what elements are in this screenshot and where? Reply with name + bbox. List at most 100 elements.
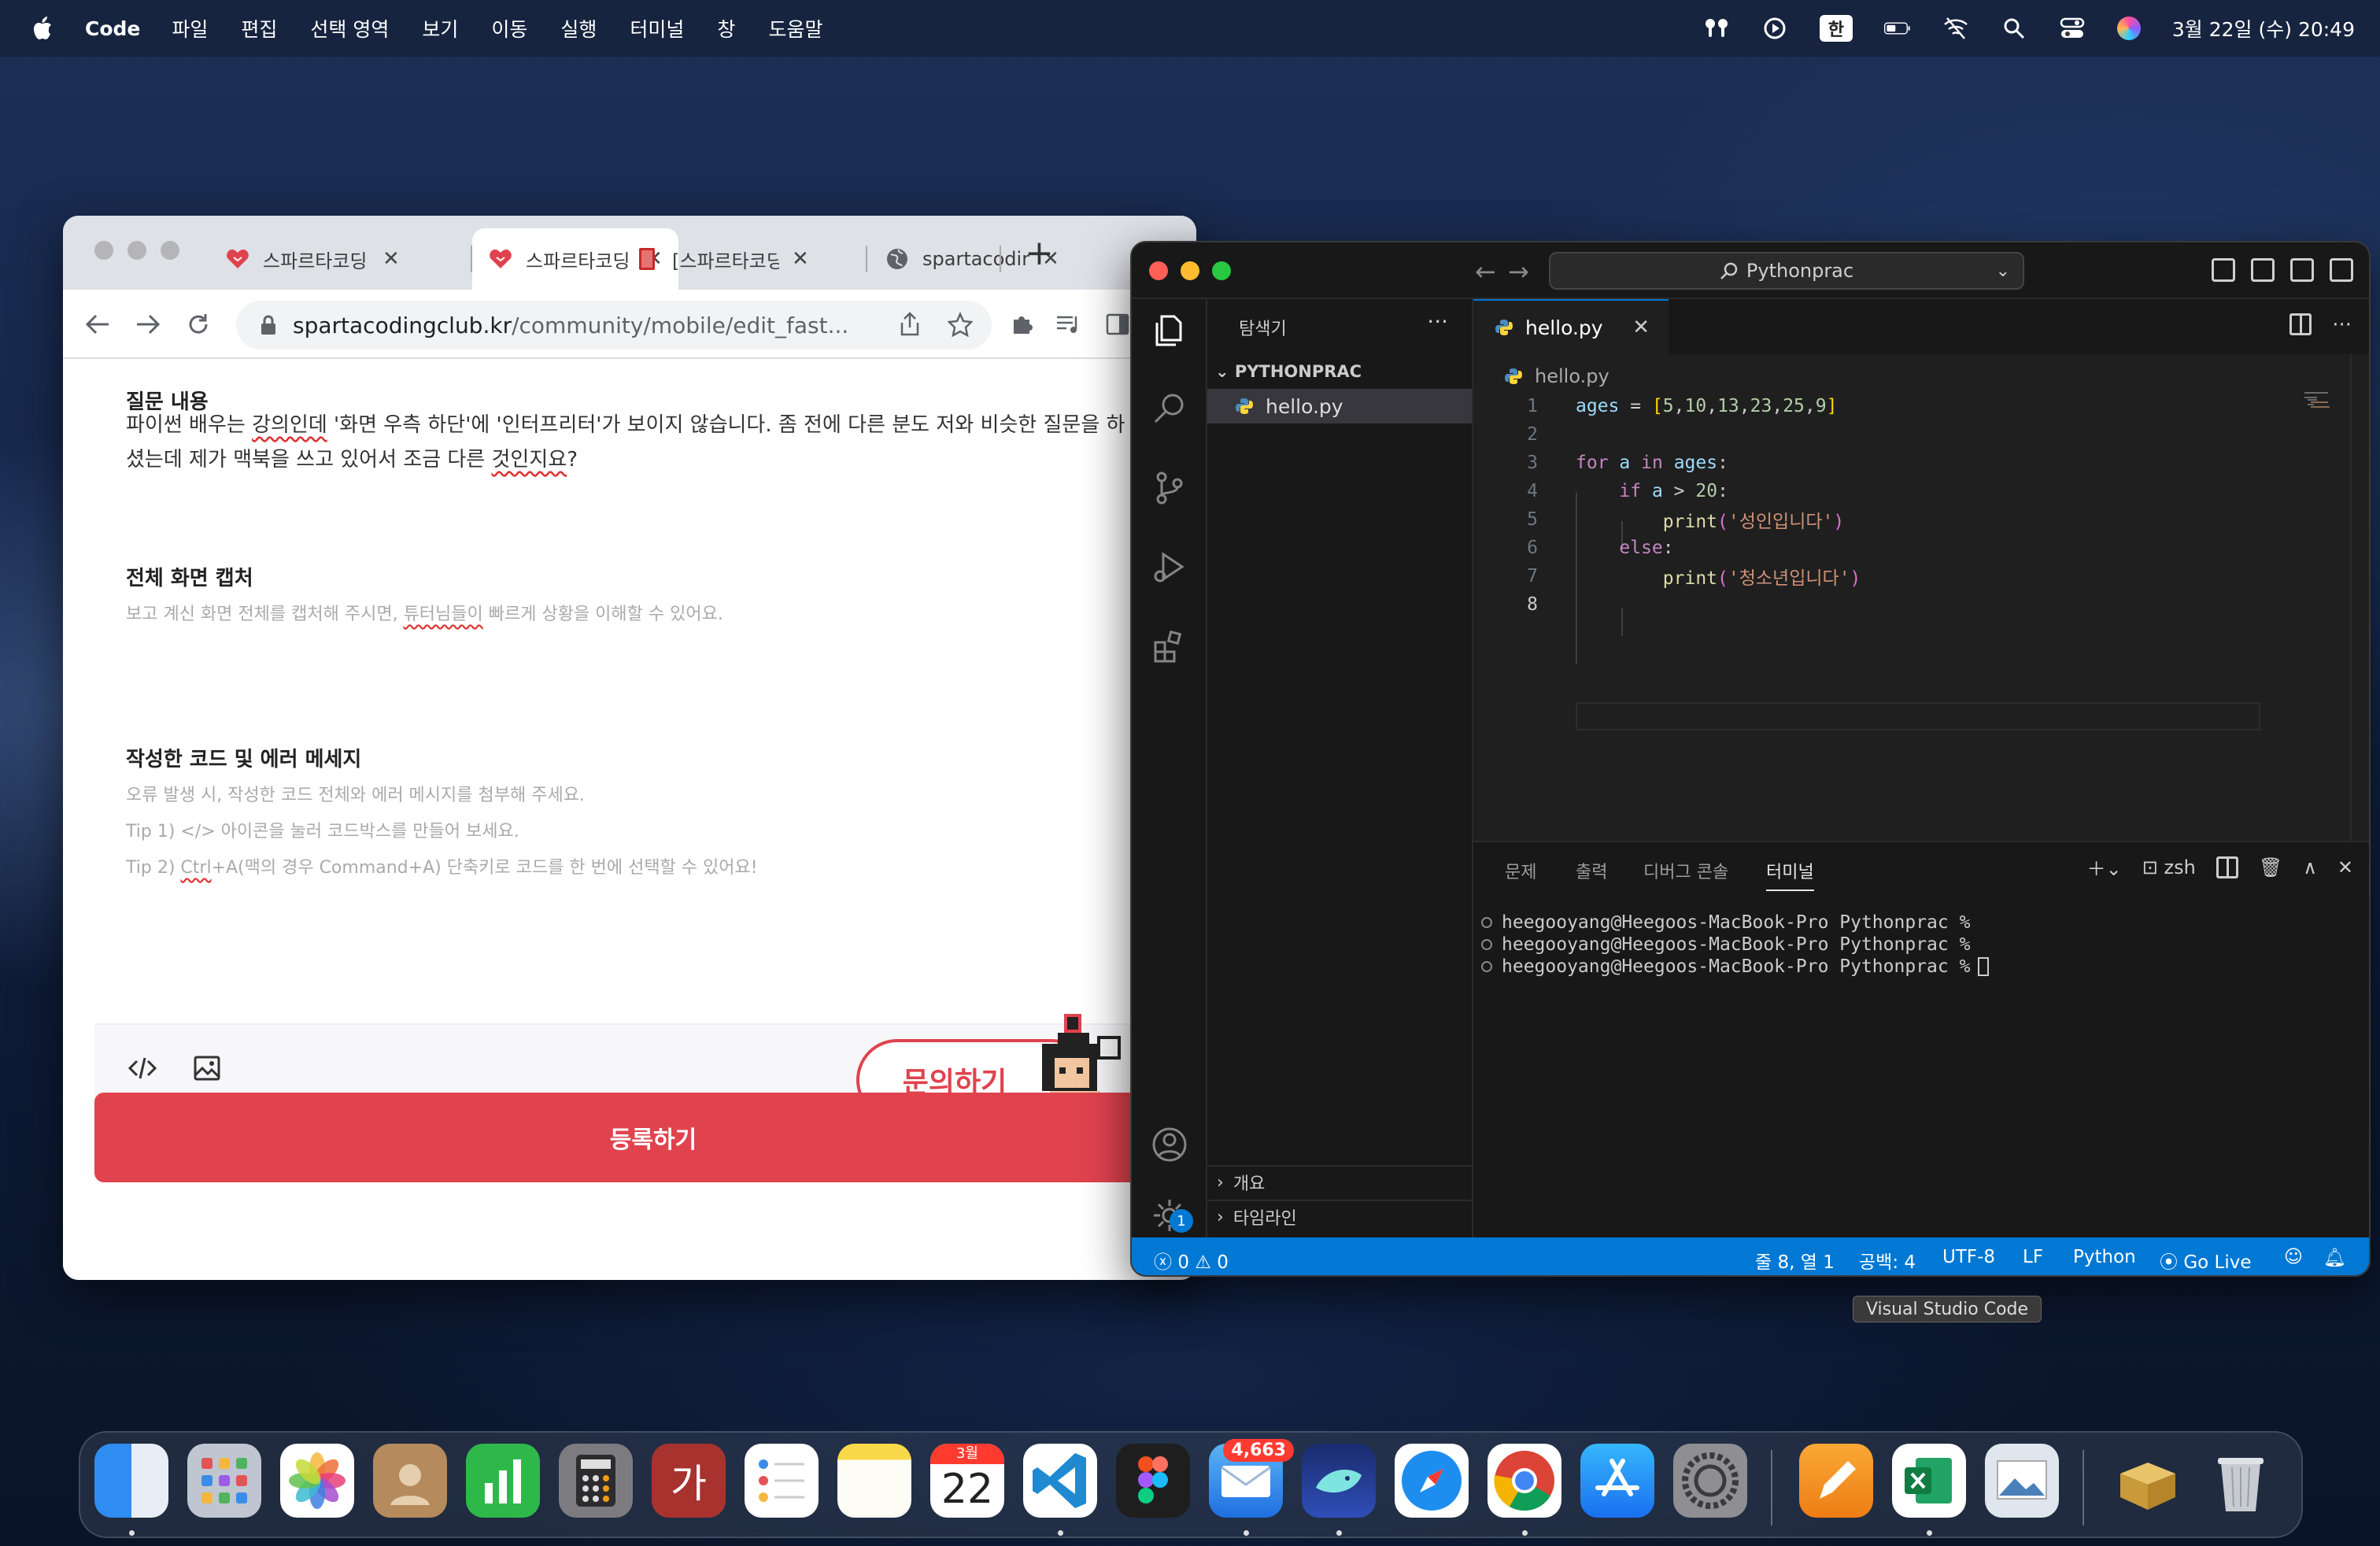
vscode-dock-icon[interactable] [1023, 1444, 1097, 1518]
wifi-off-icon[interactable] [1942, 15, 1969, 42]
menu-selection[interactable]: 선택 영역 [310, 14, 389, 43]
now-playing-icon[interactable] [1761, 15, 1788, 42]
address-bar[interactable]: spartacodingclub.kr /community/mobile/ed… [236, 301, 992, 350]
submit-button[interactable]: 등록하기 [94, 1093, 1196, 1182]
code-error-placeholder[interactable]: 오류 발생 시, 작성한 코드 전체와 에러 메시지를 첨부해 주세요. [126, 781, 585, 806]
screen-capture-placeholder[interactable]: 보고 계신 화면 전체를 캡처해 주시면, 튜터님들이 빠르게 상황을 이해할 … [126, 600, 723, 625]
run-debug-icon[interactable] [1151, 548, 1188, 586]
app-store-icon[interactable] [1580, 1444, 1654, 1518]
source-control-icon[interactable] [1151, 469, 1188, 507]
photos-icon[interactable] [280, 1444, 354, 1518]
timeline-section[interactable]: › 타임라인 [1207, 1200, 1472, 1233]
menu-help[interactable]: 도움말 [768, 14, 822, 43]
more-actions-icon[interactable]: ··· [1427, 309, 1448, 335]
calculator-icon[interactable] [559, 1444, 633, 1518]
lock-icon[interactable] [260, 315, 277, 335]
menu-file[interactable]: 파일 [172, 14, 208, 43]
calendar-icon[interactable]: 3월 22 [930, 1444, 1004, 1518]
back-arrow-icon[interactable] [80, 307, 115, 342]
reload-icon[interactable] [181, 307, 216, 342]
toggle-sidebar-icon[interactable] [2212, 258, 2235, 282]
cursor-position[interactable]: 줄 8, 열 1 [1755, 1247, 1835, 1274]
customize-layout-icon[interactable] [2330, 258, 2353, 282]
encoding-status[interactable]: UTF-8 [1942, 1247, 1995, 1267]
control-center-icon[interactable] [2059, 15, 2086, 42]
contacts-icon[interactable] [373, 1444, 447, 1518]
new-tab-button[interactable]: + [1025, 233, 1054, 273]
workspace-folder[interactable]: ⌄ PYTHONPRAC [1215, 362, 1362, 381]
bookmark-star-icon[interactable] [943, 307, 978, 342]
dictionary-icon[interactable]: 가 [652, 1444, 726, 1518]
file-item-hello-py[interactable]: hello.py [1207, 389, 1472, 423]
toggle-secondary-sidebar-icon[interactable] [2290, 258, 2314, 282]
minimize-window-button[interactable] [1181, 261, 1199, 280]
extensions-icon[interactable] [1151, 627, 1188, 664]
go-live-button[interactable]: ⦿ Go Live [2160, 1247, 2251, 1274]
panel-tab-output[interactable]: 출력 [1576, 858, 1607, 883]
pages-icon[interactable] [1799, 1444, 1873, 1518]
eol-status[interactable]: LF [2023, 1247, 2043, 1267]
problems-status[interactable]: ⓧ 0 ⚠ 0 [1154, 1247, 1229, 1274]
language-mode[interactable]: Python [2073, 1247, 2136, 1267]
close-icon[interactable]: ✕ [1632, 316, 1650, 339]
outline-section[interactable]: › 개요 [1207, 1165, 1472, 1198]
panel-tab-terminal[interactable]: 터미널 [1766, 858, 1814, 891]
menu-run[interactable]: 실행 [560, 14, 597, 43]
minimap[interactable] [2304, 390, 2352, 422]
input-method-indicator[interactable]: 한 [1819, 15, 1853, 42]
battery-icon[interactable] [1883, 15, 1911, 42]
chrome-icon[interactable] [1488, 1444, 1561, 1518]
preview-icon[interactable] [1985, 1444, 2059, 1518]
explorer-files-icon[interactable] [1151, 312, 1188, 350]
new-terminal-icon[interactable]: ＋⌄ [2087, 853, 2122, 881]
trash-icon[interactable]: 🗑 [2259, 856, 2282, 878]
accounts-icon[interactable] [1151, 1126, 1188, 1163]
close-window-button[interactable] [94, 241, 113, 260]
more-actions-icon[interactable]: ··· [2332, 313, 2352, 337]
menu-terminal[interactable]: 터미널 [630, 14, 684, 43]
tab-close-icon[interactable]: ✕ [792, 247, 809, 271]
safari-icon[interactable] [1395, 1444, 1469, 1518]
notes-icon[interactable] [837, 1444, 911, 1518]
extensions-puzzle-icon[interactable] [1004, 307, 1039, 342]
finder-icon[interactable] [94, 1444, 168, 1518]
browser-tab[interactable]: 스파르타코딩 ✕ [209, 228, 416, 290]
feedback-icon[interactable]: ☺ [2284, 1247, 2303, 1267]
indentation-status[interactable]: 공백: 4 [1859, 1247, 1916, 1274]
maximize-panel-icon[interactable]: ∧ [2303, 856, 2317, 878]
question-content-body[interactable]: 파이썬 배우는 강의인데 '화면 우측 하단'에 '인터프리터'가 보이지 않습… [126, 408, 1196, 477]
split-editor-icon[interactable] [2289, 313, 2312, 335]
menubar-app-name[interactable]: Code [85, 17, 140, 40]
launchpad-icon[interactable] [187, 1444, 261, 1518]
browser-tab[interactable]: [스파르타코딩 ✕ [619, 228, 825, 290]
nav-forward-icon[interactable]: → [1508, 257, 1529, 287]
reminders-icon[interactable] [745, 1444, 819, 1518]
zoom-window-button[interactable] [1212, 261, 1231, 280]
panel-tab-problems[interactable]: 문제 [1505, 858, 1536, 883]
chevron-down-icon[interactable]: ⌄ [1996, 261, 2010, 281]
toggle-panel-icon[interactable] [2251, 258, 2275, 282]
system-settings-icon[interactable] [1673, 1444, 1747, 1518]
command-center[interactable]: Pythonprac ⌄ [1549, 252, 2024, 290]
tab-close-icon[interactable]: ✕ [382, 247, 400, 271]
split-terminal-icon[interactable] [2216, 856, 2238, 878]
numbers-icon[interactable] [466, 1444, 540, 1518]
menu-go[interactable]: 이동 [491, 14, 527, 43]
figma-icon[interactable] [1116, 1444, 1190, 1518]
breadcrumb[interactable]: hello.py [1505, 365, 1609, 387]
terminal-shell-selector[interactable]: ⊡ zsh [2142, 856, 2196, 878]
share-icon[interactable] [893, 307, 927, 342]
menu-edit[interactable]: 편집 [241, 14, 277, 43]
close-window-button[interactable] [1149, 261, 1168, 280]
zoom-window-button[interactable] [161, 241, 179, 260]
editor-tab-hello-py[interactable]: hello.py ✕ [1473, 299, 1669, 354]
mail-icon[interactable]: 4,663 [1209, 1439, 1294, 1518]
whale-browser-icon[interactable] [1302, 1444, 1376, 1518]
siri-icon[interactable] [2116, 17, 2141, 40]
menubar-clock[interactable]: 3월 22일 (수) 20:49 [2172, 14, 2355, 43]
menu-view[interactable]: 보기 [422, 14, 458, 43]
forward-arrow-icon[interactable] [131, 307, 165, 342]
terminal-output[interactable]: heegooyang@Heegoos-MacBook-Pro Pythonpra… [1481, 912, 1990, 978]
notifications-bell-icon[interactable]: 🔔︎ [2323, 1247, 2346, 1268]
minimize-window-button[interactable] [128, 241, 146, 260]
